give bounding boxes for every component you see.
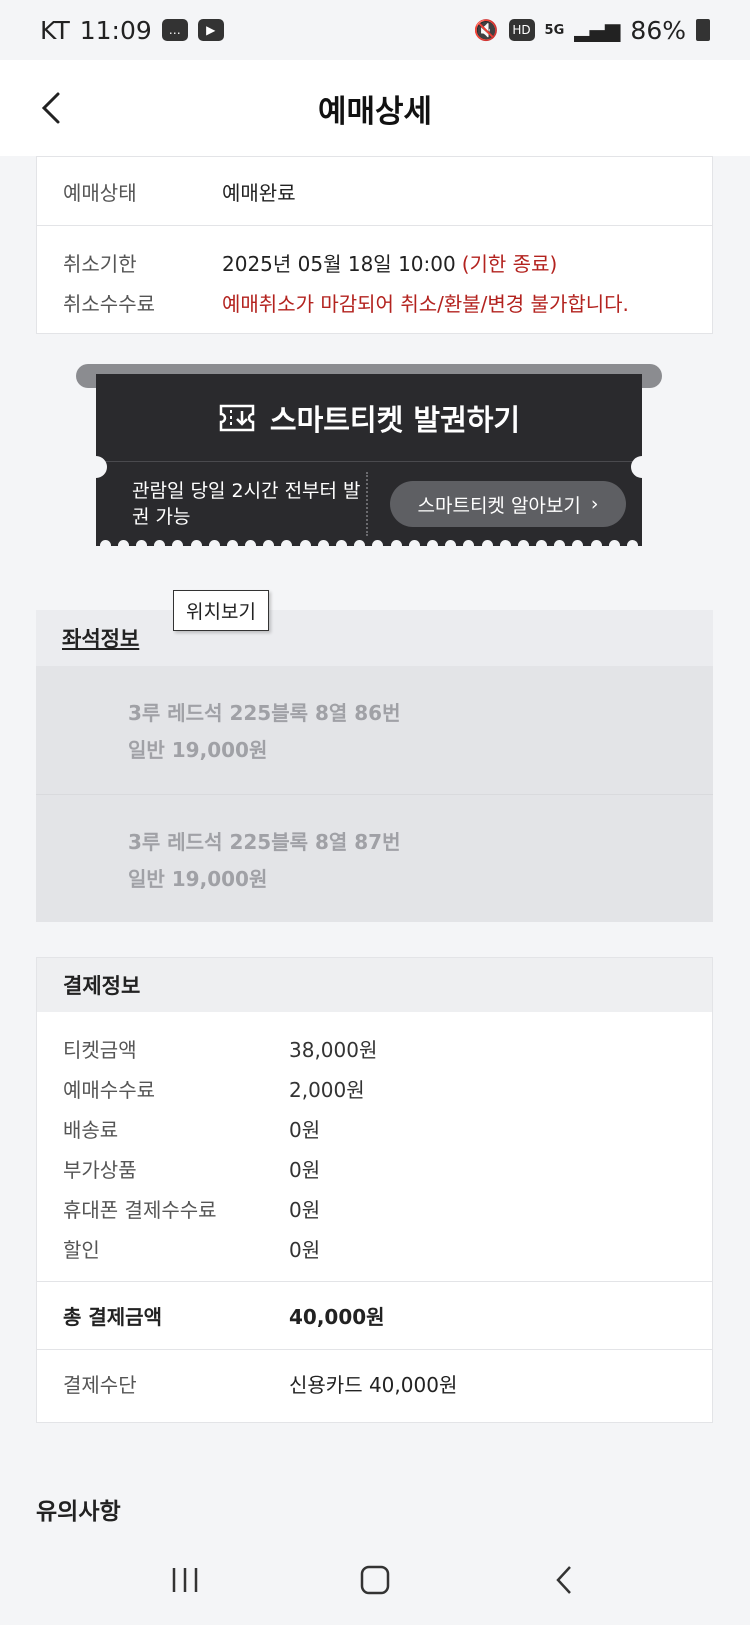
booking-status-value: 예매완료	[222, 180, 296, 205]
booking-status-label: 예매상태	[63, 180, 137, 205]
system-nav-bar	[0, 1535, 750, 1625]
status-bar: KT 11:09 … ▶ 🔇 HD 5G ▂▄▆ 86%	[0, 0, 750, 60]
payment-row-label: 할인	[63, 1237, 100, 1262]
clock: 11:09	[79, 15, 152, 45]
seat-item: 3루 레드석 225블록 8열 87번 일반 19,000원	[36, 794, 713, 922]
seat-label: 3루 레드석 225블록 8열 87번	[128, 829, 401, 854]
cancel-fee-label: 취소수수료	[63, 291, 155, 316]
back-nav-icon[interactable]	[548, 1563, 582, 1597]
payment-row-value: 0원	[289, 1197, 321, 1222]
cancel-deadline-label: 취소기한	[63, 251, 137, 276]
payment-row-value: 38,000원	[289, 1037, 378, 1062]
cancel-deadline-value: 2025년 05월 18일 10:00	[222, 251, 456, 276]
payment-total-value: 40,000원	[289, 1305, 385, 1329]
recent-apps-icon[interactable]	[168, 1565, 202, 1595]
app-header: 예매상세	[0, 60, 750, 156]
payment-row-value: 2,000원	[289, 1077, 365, 1102]
seat-label: 3루 레드석 225블록 8열 86번	[128, 701, 401, 725]
mute-icon: 🔇	[473, 18, 499, 42]
cancel-deadline-row: 취소기한 2025년 05월 18일 10:00 (기한 종료)	[37, 242, 712, 282]
payment-row-value: 0원	[289, 1157, 321, 1182]
seat-item: 3루 레드석 225블록 8열 86번 일반 19,000원	[36, 666, 713, 794]
ticket-scallop-edge	[96, 540, 642, 552]
seat-price: 일반 19,000원	[128, 738, 268, 762]
smart-ticket-info-label: 스마트티켓 알아보기	[417, 494, 581, 517]
seat-price: 일반 19,000원	[128, 866, 268, 891]
status-bar-right: 🔇 HD 5G ▂▄▆ 86%	[474, 16, 710, 45]
chat-icon: …	[161, 19, 188, 41]
payment-info-title: 결제정보	[37, 958, 712, 1012]
payment-info-card: 결제정보 티켓금액 38,000원 예매수수료 2,000원 배송료 0원 부가…	[36, 957, 713, 1423]
cancel-fee-value: 예매취소가 마감되어 취소/환불/변경 불가합니다.	[222, 291, 629, 316]
smart-ticket: 스마트티켓 발권하기 관람일 당일 2시간 전부터 발권 가능 스마트티켓 알아…	[85, 374, 653, 551]
seat-info-title[interactable]: 좌석정보	[36, 610, 713, 666]
location-tooltip[interactable]: 위치보기	[173, 590, 269, 631]
page-title: 예매상세	[317, 93, 433, 130]
notice-title: 유의사항	[36, 1499, 121, 1525]
smart-ticket-panel: 스마트티켓 발권하기 관람일 당일 2시간 전부터 발권 가능 스마트티켓 알아…	[76, 364, 662, 554]
battery-level: 86%	[630, 15, 686, 45]
battery-icon	[696, 19, 710, 41]
ticket-notch-right	[631, 456, 653, 478]
payment-row-label: 배송료	[63, 1117, 119, 1142]
chevron-right-icon: ›	[590, 493, 599, 515]
smart-ticket-bottom: 관람일 당일 2시간 전부터 발권 가능 스마트티켓 알아보기 ›	[96, 462, 642, 546]
payment-row-label: 휴대폰 결제수수료	[63, 1197, 217, 1222]
cancel-fee-row: 취소수수료 예매취소가 마감되어 취소/환불/변경 불가합니다.	[37, 282, 712, 322]
payment-rows: 티켓금액 38,000원 예매수수료 2,000원 배송료 0원 부가상품 0원…	[37, 1012, 712, 1268]
payment-row-label: 예매수수료	[63, 1077, 155, 1102]
booking-status-row: 예매상태 예매완료	[37, 157, 712, 225]
payment-row-value: 0원	[289, 1117, 321, 1142]
payment-row: 배송료 0원	[37, 1108, 712, 1148]
home-icon[interactable]	[358, 1563, 392, 1597]
payment-row: 부가상품 0원	[37, 1148, 712, 1188]
youtube-icon: ▶	[197, 19, 224, 41]
cancel-deadline-note: (기한 종료)	[461, 251, 558, 276]
cancel-info: 취소기한 2025년 05월 18일 10:00 (기한 종료) 취소수수료 예…	[37, 225, 712, 322]
payment-method-value: 신용카드 40,000원	[289, 1373, 458, 1397]
payment-row: 휴대폰 결제수수료 0원	[37, 1188, 712, 1228]
smart-ticket-note: 관람일 당일 2시간 전부터 발권 가능	[96, 472, 368, 536]
smart-ticket-info-button[interactable]: 스마트티켓 알아보기 ›	[390, 481, 626, 527]
signal-icon: ▂▄▆	[574, 18, 621, 42]
payment-row-value: 0원	[289, 1237, 321, 1262]
payment-row: 티켓금액 38,000원	[37, 1028, 712, 1068]
ticket-download-icon	[219, 404, 255, 431]
network-type: 5G	[544, 22, 565, 38]
back-arrow-icon[interactable]	[32, 88, 72, 128]
status-bar-left: KT 11:09 … ▶	[40, 16, 224, 45]
payment-method-label: 결제수단	[63, 1373, 137, 1397]
payment-row: 예매수수료 2,000원	[37, 1068, 712, 1108]
hd-icon: HD	[508, 19, 535, 41]
ticket-notch-left	[85, 456, 107, 478]
carrier: KT	[40, 15, 70, 45]
smart-ticket-issue-button[interactable]: 스마트티켓 발권하기	[96, 374, 642, 462]
seat-info-card: 좌석정보 위치보기 3루 레드석 225블록 8열 86번 일반 19,000원…	[36, 590, 713, 922]
payment-row-label: 부가상품	[63, 1157, 137, 1182]
payment-row: 할인 0원	[37, 1228, 712, 1268]
booking-status-card: 예매상태 예매완료 취소기한 2025년 05월 18일 10:00 (기한 종…	[36, 156, 713, 334]
payment-row-label: 티켓금액	[63, 1037, 137, 1062]
payment-method-row: 결제수단 신용카드 40,000원	[37, 1349, 712, 1417]
smart-ticket-issue-label: 스마트티켓 발권하기	[269, 402, 521, 437]
payment-total-row: 총 결제금액 40,000원	[37, 1281, 712, 1349]
payment-total-label: 총 결제금액	[63, 1305, 162, 1329]
